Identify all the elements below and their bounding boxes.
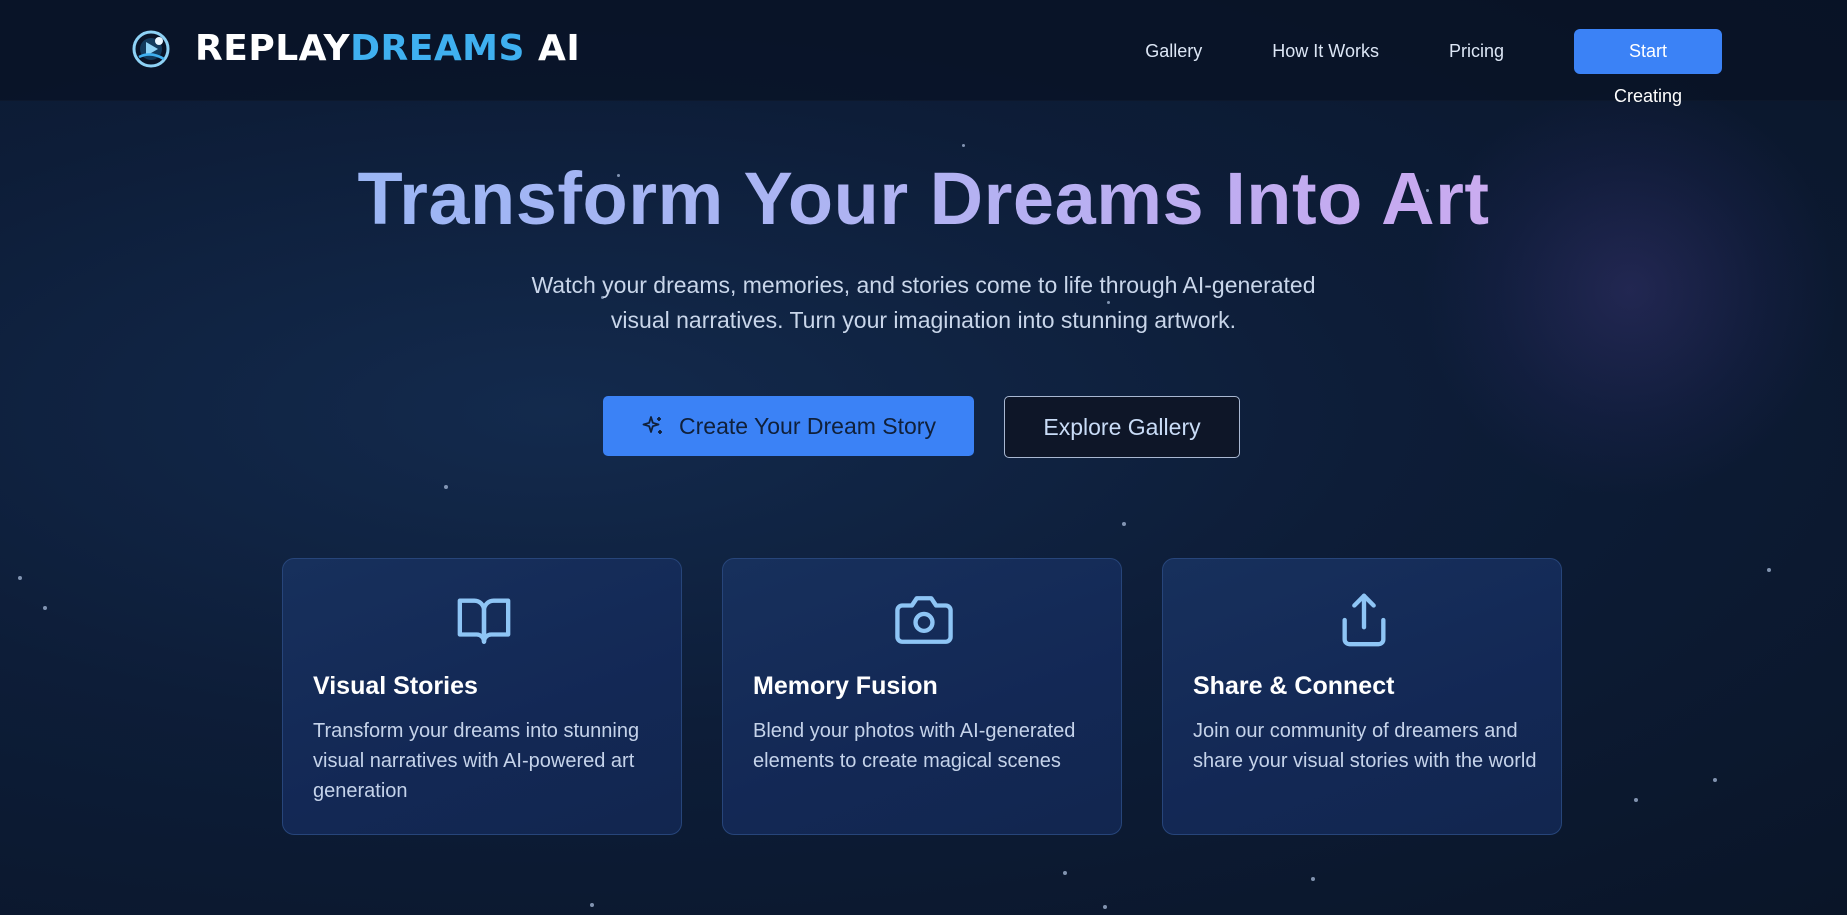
nav-link-gallery[interactable]: Gallery <box>1145 41 1202 62</box>
brand-logo[interactable]: REPLAYDREAMS AI <box>131 28 580 69</box>
camera-icon <box>895 596 953 644</box>
background-star <box>43 606 47 610</box>
share-icon <box>1342 593 1386 647</box>
nav-link-pricing[interactable]: Pricing <box>1449 41 1504 62</box>
book-open-icon <box>457 598 511 644</box>
background-star <box>590 903 594 907</box>
background-star <box>444 485 448 489</box>
background-star <box>18 576 22 580</box>
feature-card-memory-fusion: Memory Fusion Blend your photos with AI-… <box>722 558 1122 835</box>
background-star <box>1311 877 1315 881</box>
feature-card-visual-stories: Visual Stories Transform your dreams int… <box>282 558 682 835</box>
background-star <box>962 144 965 147</box>
background-glow <box>1420 80 1840 500</box>
background-star <box>1103 905 1107 909</box>
feature-title: Share & Connect <box>1193 672 1395 700</box>
feature-title: Visual Stories <box>313 672 478 700</box>
background-star <box>1713 778 1717 782</box>
background-star <box>1122 522 1126 526</box>
background-star <box>1767 568 1771 572</box>
create-dream-story-label: Create Your Dream Story <box>679 412 936 439</box>
start-creating-button[interactable]: Start Creating <box>1574 29 1722 106</box>
hero-title: Transform Your Dreams Into Art <box>0 156 1847 241</box>
feature-title: Memory Fusion <box>753 672 938 700</box>
hero-subtitle: Watch your dreams, memories, and stories… <box>531 272 1316 333</box>
sparkles-icon <box>642 416 663 434</box>
create-dream-story-button[interactable]: Create Your Dream Story <box>603 396 974 456</box>
nav-link-how-it-works[interactable]: How It Works <box>1272 41 1379 62</box>
feature-description: Join our community of dreamers and share… <box>1193 720 1537 772</box>
background-star <box>1634 798 1638 802</box>
feature-description: Transform your dreams into stunning visu… <box>313 720 640 802</box>
top-navbar: REPLAYDREAMS AI Gallery How It Works Pri… <box>0 0 1847 106</box>
explore-gallery-button[interactable]: Explore Gallery <box>1004 396 1240 458</box>
feature-description: Blend your photos with AI-generated elem… <box>753 720 1076 772</box>
background-star <box>1063 871 1067 875</box>
feature-card-share-connect: Share & Connect Join our community of dr… <box>1162 558 1562 835</box>
main-nav: Gallery How It Works Pricing Start Creat… <box>1145 29 1722 106</box>
brand-name: REPLAYDREAMS AI <box>195 28 581 69</box>
logo-icon <box>132 30 170 67</box>
